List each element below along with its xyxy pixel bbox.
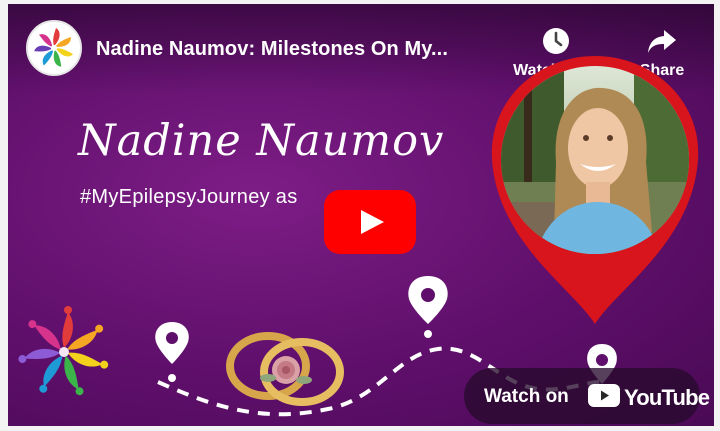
youtube-logo-icon: [588, 384, 620, 407]
video-player[interactable]: Nadine Naumov: Milestones On My... Watch…: [8, 4, 714, 426]
organization-logo-icon: [18, 306, 109, 396]
wedding-rings-graphic: [226, 332, 344, 406]
play-button[interactable]: [324, 190, 416, 254]
overlay-hashtag: #MyEpilepsyJourney as: [80, 186, 298, 208]
channel-logo-icon: [34, 28, 74, 67]
watch-on-youtube-button[interactable]: Watch on YouTube: [464, 368, 710, 424]
youtube-brand-text: YouTube: [624, 385, 710, 410]
overlay-name-script: Nadine Naumov: [78, 116, 445, 166]
map-pin-icon: [408, 276, 448, 338]
video-title[interactable]: Nadine Naumov: Milestones On My...: [96, 38, 448, 61]
map-pin-icon: [155, 322, 189, 382]
channel-avatar[interactable]: [26, 20, 82, 76]
watch-on-label: Watch on: [484, 386, 569, 407]
play-icon: [324, 190, 416, 254]
